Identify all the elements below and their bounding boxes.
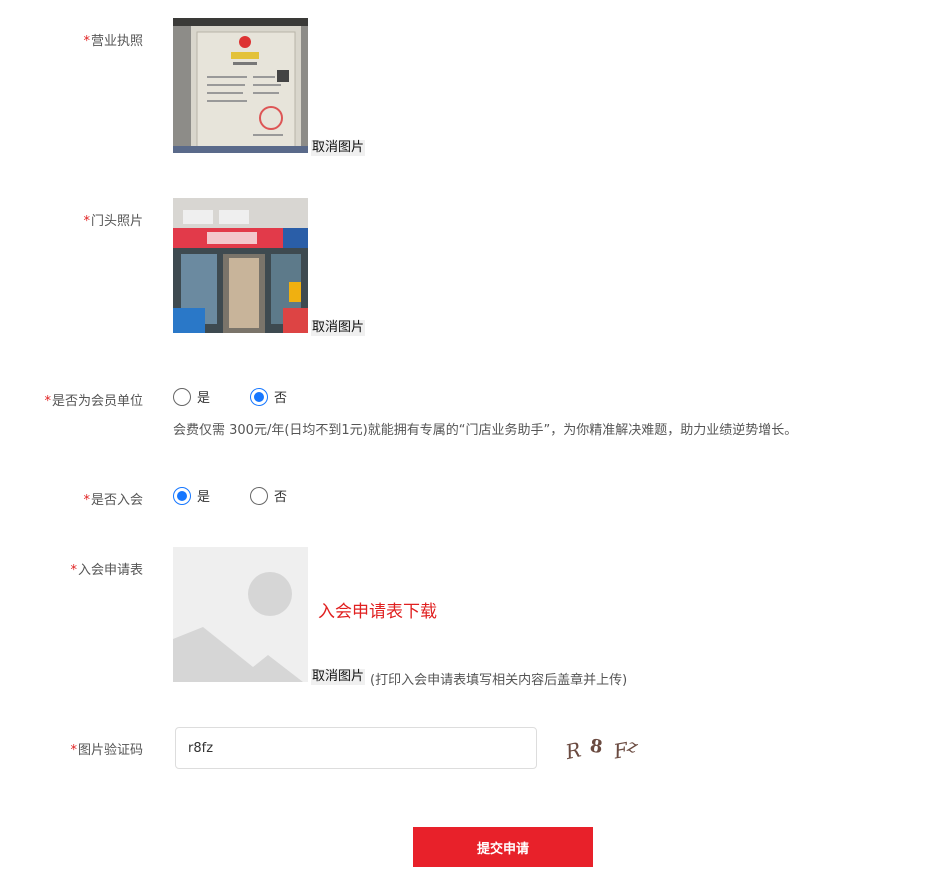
required-mark: *	[70, 743, 77, 758]
radio-label: 否	[274, 490, 288, 505]
radio-label: 否	[274, 391, 288, 406]
is-member-option-yes[interactable]: 是	[173, 387, 210, 406]
business-license-image[interactable]	[173, 18, 308, 153]
captcha-char: R	[562, 737, 583, 764]
radio-label: 是	[197, 391, 211, 406]
captcha-label-text: 图片验证码	[77, 743, 143, 758]
business-license-label: *营业执照	[0, 30, 143, 49]
application-form-label: *入会申请表	[0, 559, 143, 578]
join-label: *是否入会	[0, 489, 143, 508]
application-form-label-text: 入会申请表	[77, 563, 143, 578]
required-mark: *	[83, 34, 90, 49]
is-member-label-text: 是否为会员单位	[51, 394, 143, 409]
is-member-radio-group: 是 否	[173, 387, 327, 406]
radio-circle[interactable]	[250, 486, 269, 505]
is-member-option-no[interactable]: 否	[250, 387, 287, 406]
captcha-char: z	[624, 735, 640, 758]
application-form-download-link[interactable]: 入会申请表下载	[318, 597, 437, 622]
captcha-char: 8	[589, 736, 604, 759]
storefront-photo-cancel-button[interactable]: 取消图片	[311, 320, 366, 336]
captcha-image[interactable]: R 8 F z	[560, 728, 660, 768]
storefront-photo-image[interactable]	[173, 198, 308, 333]
membership-fee-note: 会费仅需 300元/年(日均不到1元)就能拥有专属的“门店业务助手”，为你精准解…	[173, 423, 798, 438]
image-placeholder-icon	[173, 547, 308, 682]
join-option-no[interactable]: 否	[250, 486, 287, 505]
join-option-yes[interactable]: 是	[173, 486, 210, 505]
radio-circle[interactable]	[173, 387, 191, 406]
radio-label: 是	[197, 490, 211, 505]
required-mark: *	[44, 394, 51, 409]
storefront-photo-label: *门头照片	[0, 210, 143, 229]
application-form-cancel-button[interactable]: 取消图片	[311, 669, 366, 685]
radio-circle[interactable]	[173, 486, 191, 505]
submit-application-button[interactable]: 提交申请	[413, 827, 593, 867]
captcha-input[interactable]	[175, 727, 537, 769]
captcha-label: *图片验证码	[0, 739, 143, 758]
required-mark: *	[70, 563, 77, 578]
application-form-image-placeholder[interactable]	[173, 547, 308, 682]
is-member-label: *是否为会员单位	[0, 390, 143, 409]
join-label-text: 是否入会	[90, 493, 143, 508]
join-radio-group: 是 否	[173, 486, 327, 505]
required-mark: *	[83, 214, 90, 229]
business-license-cancel-button[interactable]: 取消图片	[311, 140, 366, 156]
radio-circle[interactable]	[250, 387, 269, 406]
application-form-hint: (打印入会申请表填写相关内容后盖章并上传)	[370, 673, 628, 688]
required-mark: *	[83, 493, 90, 508]
business-license-label-text: 营业执照	[90, 34, 143, 49]
storefront-photo-label-text: 门头照片	[90, 214, 143, 229]
